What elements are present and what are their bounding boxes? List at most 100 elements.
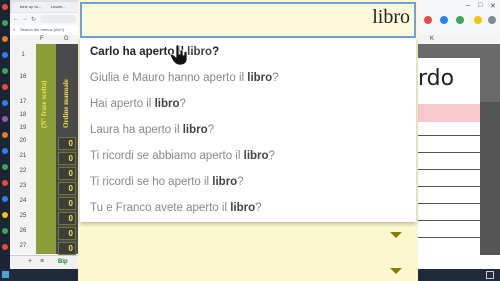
app-icon[interactable] [2, 36, 8, 42]
app-icon[interactable] [2, 180, 8, 186]
app-icon[interactable] [2, 132, 8, 138]
app-icon[interactable] [2, 52, 8, 58]
suggestion-item[interactable]: Laura ha aperto il libro? [90, 124, 214, 136]
suggestion-prefix: Ti ricordi se abbiamo aperto il [90, 150, 244, 162]
search-query: libro [372, 6, 410, 28]
add-sheet-icon[interactable]: + [28, 258, 32, 265]
row-number[interactable]: 18 [10, 112, 36, 118]
suggestion-suffix: ? [237, 176, 244, 188]
pink-cell[interactable] [418, 104, 480, 122]
suggestion-item[interactable]: Ti ricordi se ho aperto il libro? [90, 176, 244, 188]
extension-icon[interactable] [474, 16, 482, 24]
dropdown-arrow-icon[interactable] [390, 232, 402, 238]
row-number[interactable]: 20 [10, 138, 36, 144]
app-icon[interactable] [2, 244, 8, 250]
app-icon[interactable] [2, 84, 8, 90]
ruled-line [418, 220, 480, 221]
header-phrase-number: (N° frase scelta) [40, 80, 48, 129]
profile-avatar[interactable] [488, 16, 496, 24]
ruled-line [418, 186, 480, 187]
row-number[interactable]: 16 [10, 74, 36, 80]
extension-icon[interactable] [456, 16, 464, 24]
forward-icon[interactable]: → [22, 16, 28, 22]
column-header-g[interactable]: G [64, 36, 69, 42]
row-number[interactable]: 26 [10, 228, 36, 234]
address-bar[interactable] [40, 15, 76, 23]
suggestion-prefix: Hai aperto il [90, 98, 155, 110]
app-icon[interactable] [2, 20, 8, 26]
app-icon[interactable] [2, 164, 8, 170]
column-header-f[interactable]: F [40, 36, 44, 42]
start-icon[interactable] [2, 271, 9, 278]
zero-cell[interactable]: 0 [58, 182, 76, 195]
green-column: (N° frase scelta) [36, 44, 56, 254]
title-cell[interactable]: rdo [418, 58, 480, 102]
app-icon[interactable] [2, 68, 8, 74]
row-number[interactable]: 21 [10, 153, 36, 159]
maximize-icon[interactable]: □ [478, 2, 482, 9]
suggestion-suffix: ? [268, 150, 275, 162]
menu-search-icon[interactable]: ⌕ [13, 27, 15, 32]
zero-cell[interactable]: 0 [58, 152, 76, 165]
row-number[interactable]: 24 [10, 198, 36, 204]
suggestion-prefix: Laura ha aperto il [90, 124, 183, 136]
row-number[interactable]: 22 [10, 168, 36, 174]
all-sheets-icon[interactable]: ≡ [40, 258, 44, 265]
column-header-k[interactable]: K [430, 36, 434, 42]
row-number[interactable]: 23 [10, 183, 36, 189]
dropdown-arrow-icon[interactable] [390, 268, 402, 274]
app-icon[interactable] [2, 196, 8, 202]
suggestion-item[interactable]: Ti ricordi se abbiamo aperto il libro? [90, 150, 275, 162]
zero-cell[interactable]: 0 [58, 212, 76, 225]
zero-cell[interactable]: 0 [58, 197, 76, 210]
reload-icon[interactable]: ↻ [31, 16, 36, 23]
sheet-tab-bar: + ≡ Bip [10, 255, 78, 270]
suggestion-prefix: Tu e Franco avete aperto il [90, 202, 231, 214]
left-taskbar [0, 0, 10, 281]
row-number[interactable]: 27 [10, 243, 36, 249]
browser-right-controls: – □ ✕ [418, 0, 500, 36]
extension-icon[interactable] [440, 16, 448, 24]
menu-search-input[interactable]: Search the menus (Alt+/) [20, 27, 64, 32]
suggestion-suffix: ? [212, 46, 220, 58]
suggestion-keyword: libro [212, 176, 238, 188]
suggestion-suffix: ? [272, 72, 279, 84]
zero-cell[interactable]: 0 [58, 227, 76, 240]
suggestion-item[interactable]: Carlo ha aperto il libro? [90, 46, 219, 58]
suggestion-prefix: Giulia e Mauro hanno aperto il [90, 72, 248, 84]
suggestion-item[interactable]: Tu e Franco avete aperto il libro? [90, 202, 262, 214]
suggestion-item[interactable]: Giulia e Mauro hanno aperto il libro? [90, 72, 279, 84]
sheet-tab[interactable]: Bip [58, 259, 68, 265]
suggestion-suffix: ? [179, 98, 186, 110]
app-icon[interactable] [2, 228, 8, 234]
app-icon[interactable] [2, 212, 8, 218]
close-icon[interactable]: ✕ [490, 2, 496, 10]
app-icon[interactable] [2, 148, 8, 154]
notifications-icon[interactable] [486, 271, 494, 279]
row-number[interactable]: 25 [10, 213, 36, 219]
header-manual-order: Ordine manuale [62, 79, 70, 128]
zero-cell[interactable]: 0 [58, 137, 76, 150]
title-cell-text: rdo [418, 66, 455, 91]
row-number[interactable]: 19 [10, 125, 36, 131]
minimize-icon[interactable]: – [466, 2, 470, 9]
browser-tab[interactable]: Lavori... [43, 2, 79, 12]
browser-tab-strip: tone up tu... Lavori... [10, 0, 79, 13]
suggestion-keyword: libro [154, 98, 180, 110]
zero-cell[interactable]: 0 [58, 167, 76, 180]
app-icon[interactable] [2, 116, 8, 122]
app-icon[interactable] [2, 100, 8, 106]
row-numbers: 1 16 17 18 19 20 21 22 23 24 25 26 27 28… [10, 44, 36, 279]
suggestion-suffix: ? [255, 202, 262, 214]
suggestion-list: Carlo ha aperto il libro? Giulia e Mauro… [80, 38, 416, 222]
row-number[interactable]: 17 [10, 99, 36, 105]
search-input[interactable]: libro [80, 2, 416, 38]
row-number[interactable]: 1 [10, 52, 36, 58]
extension-icon[interactable] [424, 16, 432, 24]
back-icon[interactable]: ← [13, 16, 19, 22]
suggestion-item[interactable]: Hai aperto il libro? [90, 98, 186, 110]
zero-cell[interactable]: 0 [58, 242, 76, 255]
ruled-line [418, 203, 480, 204]
ruled-line [418, 152, 480, 153]
app-icon[interactable] [2, 4, 8, 10]
